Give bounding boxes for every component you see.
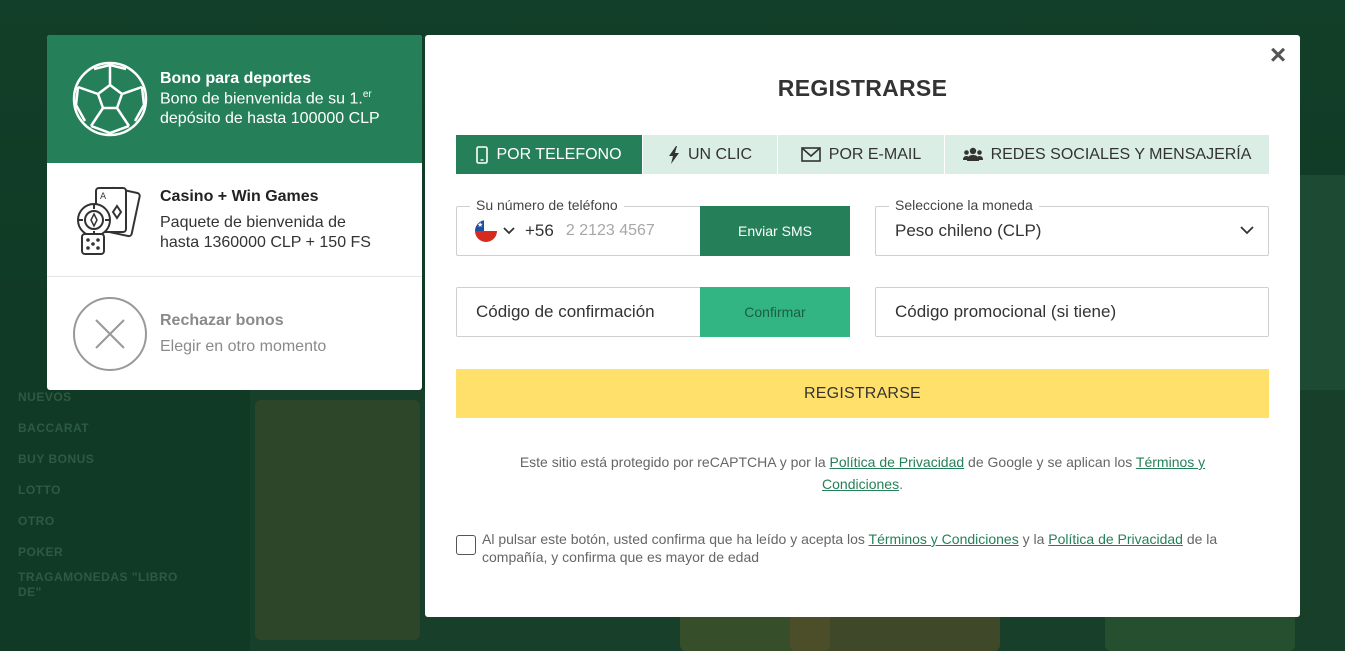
bonus-sport-description: Bono de bienvenida de su 1.er depósito d… [160,89,402,129]
country-code: +56 [525,221,554,240]
registration-tabs: POR TELEFONO UN CLIC POR E-MAIL REDES SO… [456,135,1269,174]
bonus-option-reject[interactable]: Rechazar bonos Elegir en otro momento [47,277,422,390]
tab-by-phone[interactable]: POR TELEFONO [456,135,643,174]
promo-field-group [875,287,1269,337]
phone-input[interactable] [565,222,694,240]
envelope-icon [800,147,821,162]
tab-label: UN CLIC [687,145,752,163]
bonus-reject-description: Elegir en otro momento [160,337,327,355]
soccer-ball-icon [72,61,148,137]
register-button[interactable]: REGISTRARSE [456,369,1269,418]
phone-field-group: ★ +56 Enviar SMS [456,206,850,256]
terms-link[interactable]: Términos y Condiciones [869,531,1019,547]
recaptcha-notice: Este sitio está protegido por reCAPTCHA … [485,451,1240,495]
tab-one-click[interactable]: UN CLIC [643,135,778,174]
background-category: TRAGAMONEDAS "LIBRO DE" [18,570,178,599]
registration-modal: × REGISTRARSE POR TELEFONO UN CLIC POR E… [425,35,1300,617]
privacy-policy-link[interactable]: Política de Privacidad [1048,531,1183,547]
bonus-sport-title: Bono para deportes [160,69,312,87]
tab-by-email[interactable]: POR E-MAIL [778,135,945,174]
bonus-sport-desc-part: depósito de hasta 100000 CLP [160,110,380,128]
background-game-tile [255,400,420,640]
consent-checkbox[interactable] [456,535,476,555]
phone-field-label: Su número de teléfono [470,197,624,213]
chevron-down-icon[interactable] [503,227,515,235]
background-category: BACCARAT [18,421,90,435]
casino-cards-chip-icon: A [72,182,148,258]
send-sms-button[interactable]: Enviar SMS [700,206,850,256]
modal-title: REGISTRARSE [777,75,948,101]
recaptcha-text: . [899,476,903,492]
confirmation-field-group: Confirmar [456,287,850,337]
background-game-tile [1105,612,1295,651]
background-category: NUEVOS [18,390,72,404]
svg-text:A: A [100,192,107,202]
bonus-casino-title: Casino + Win Games [160,187,319,205]
background-game-tile [790,612,1000,651]
chevron-down-icon [1240,222,1254,240]
users-icon [962,147,983,162]
privacy-policy-link[interactable]: Política de Privacidad [830,454,965,470]
lightning-icon [668,145,680,164]
promo-code-input[interactable] [895,302,1235,322]
recaptcha-text: Este sitio está protegido por reCAPTCHA … [519,454,830,470]
currency-select[interactable]: Peso chileno (CLP) [875,206,1269,256]
background-category: BUY BONUS [18,452,95,466]
reject-x-icon [72,296,148,372]
background-category: LOTTO [18,483,61,497]
tab-label: POR E-MAIL [828,145,922,163]
bonus-panel: Bono para deportes Bono de bienvenida de… [47,35,422,390]
confirm-button[interactable]: Confirmar [700,287,850,337]
background-category: OTRO [18,514,55,528]
consent-text: Al pulsar este botón, usted confirma que… [482,530,1269,566]
background-category: POKER [18,545,64,559]
confirmation-code-input[interactable] [476,302,696,322]
chile-flag-icon[interactable]: ★ [475,220,497,242]
consent-text-part: y la [1018,531,1049,547]
consent-row: Al pulsar este botón, usted confirma que… [456,530,1269,566]
tab-label: REDES SOCIALES Y MENSAJERÍA [990,145,1252,163]
bonus-reject-title: Rechazar bonos [160,311,284,329]
currency-field-label: Seleccione la moneda [889,197,1039,213]
close-button[interactable]: × [1266,41,1290,69]
bonus-option-casino[interactable]: A Casino + Win Games Paquete de bienveni… [47,163,422,277]
currency-selected-value: Peso chileno (CLP) [895,221,1042,240]
bonus-sport-desc-sup: er [362,88,372,100]
consent-text-part: Al pulsar este botón, usted confirma que… [482,531,869,547]
tab-social-messaging[interactable]: REDES SOCIALES Y MENSAJERÍA [945,135,1269,174]
bonus-casino-description: Paquete de bienvenida de hasta 1360000 C… [160,213,371,251]
tab-label: POR TELEFONO [496,145,622,163]
bonus-sport-desc-part: Bono de bienvenida de su 1. [160,90,363,108]
phone-icon [476,145,489,164]
bonus-option-sport[interactable]: Bono para deportes Bono de bienvenida de… [47,35,422,163]
recaptcha-text: de Google y se aplican los [964,454,1136,470]
